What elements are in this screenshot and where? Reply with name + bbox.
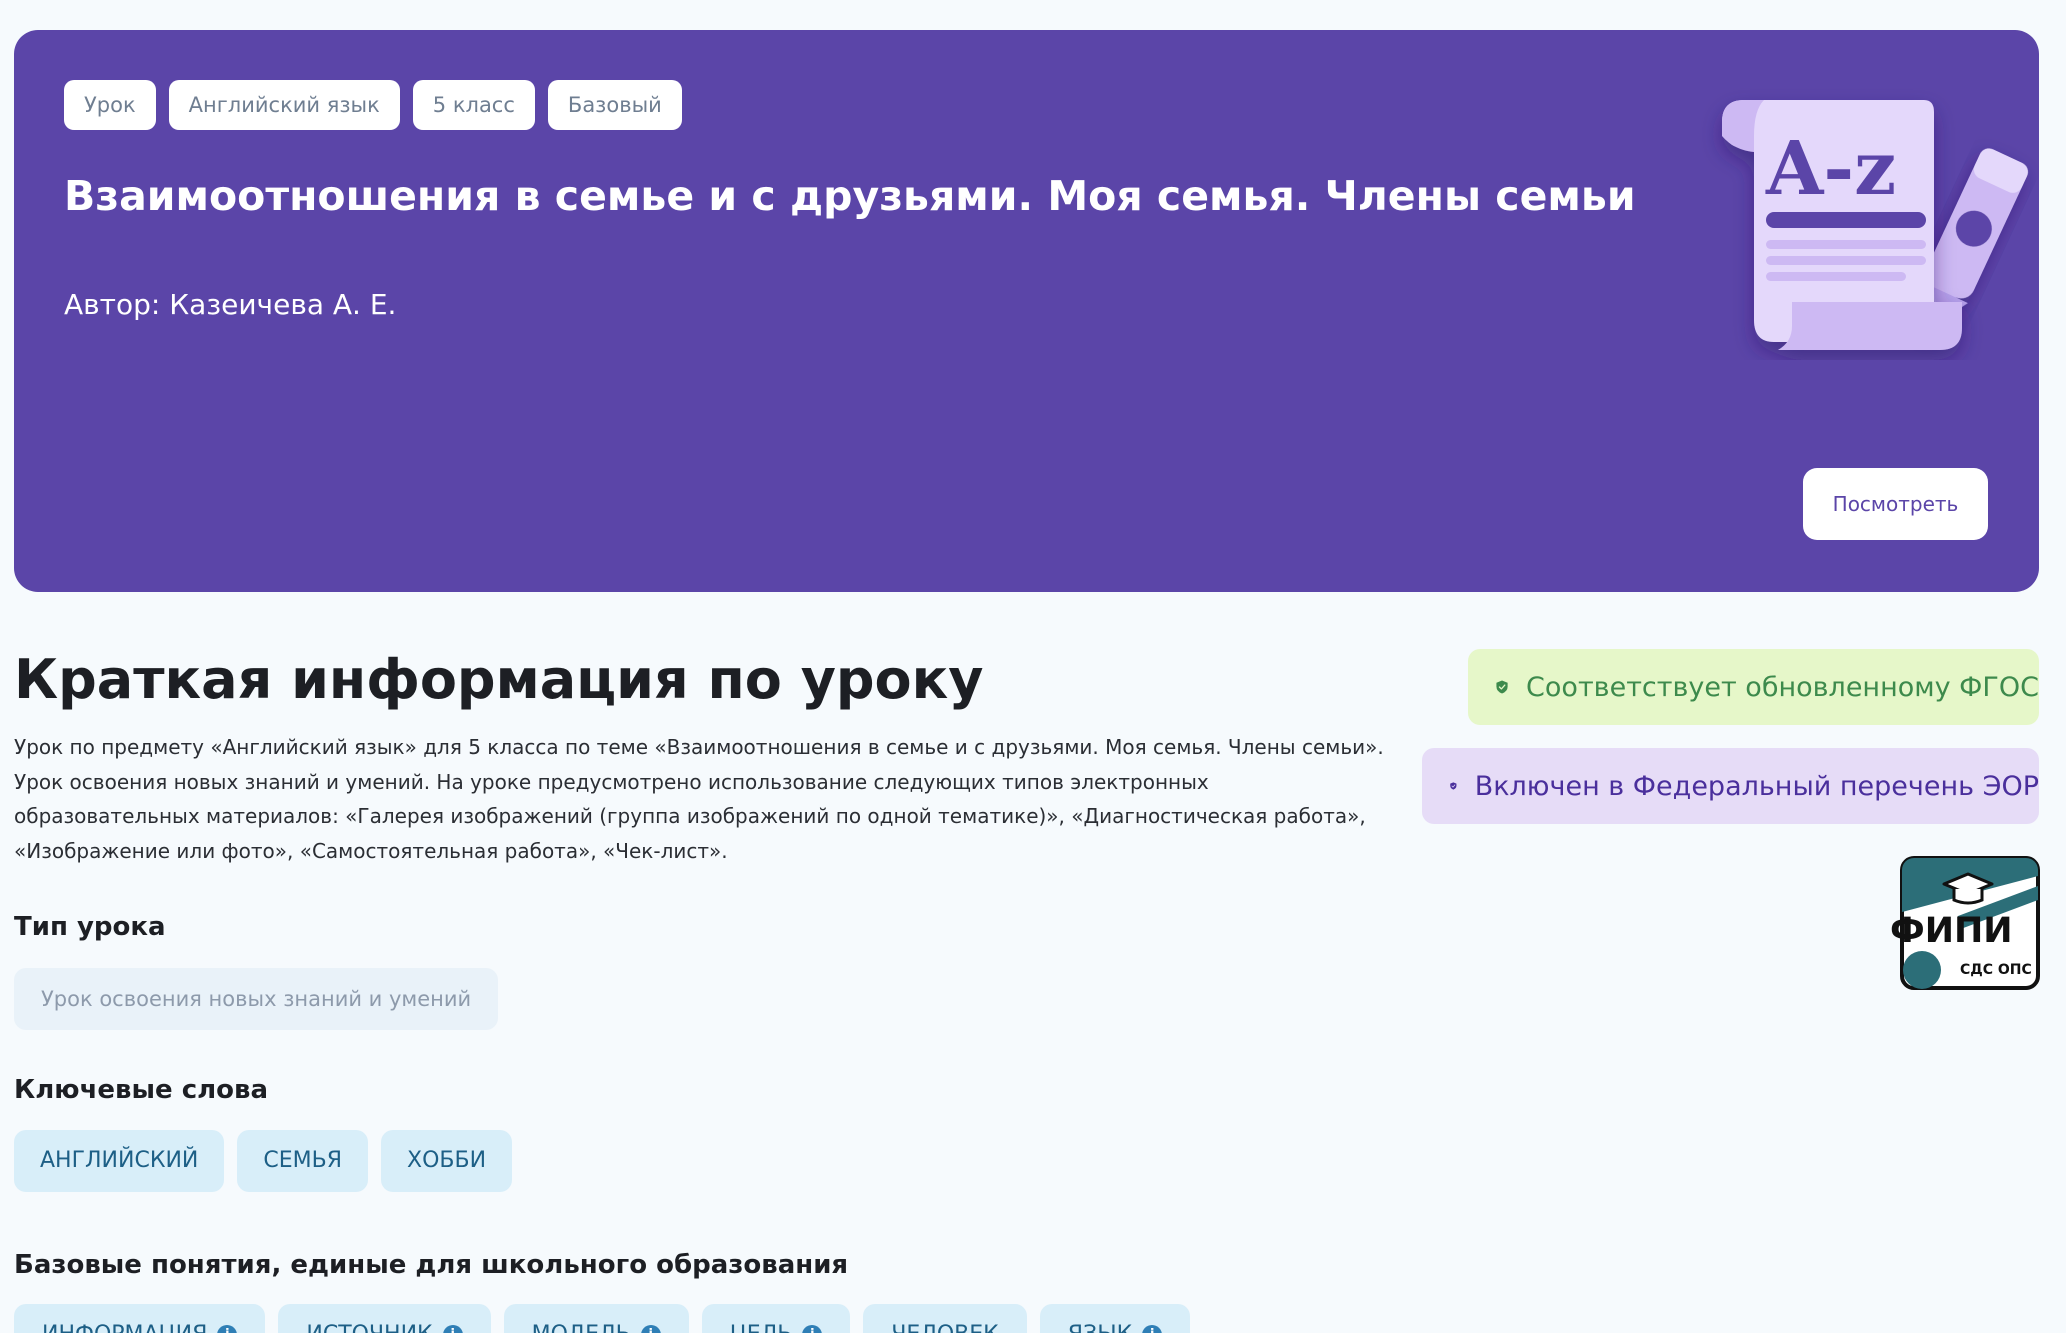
info-icon[interactable]: i: [640, 1325, 661, 1333]
concept-label: ЯЗЫК: [1068, 1304, 1132, 1333]
concept-label: ЧЕЛОВЕК: [891, 1304, 998, 1333]
tag-type[interactable]: Урок: [64, 80, 156, 130]
summary-title: Краткая информация по уроку: [14, 648, 984, 711]
lesson-author: Автор: Казеичева А. Е.: [64, 288, 397, 321]
fipi-logo-title: ФИПИ: [1890, 911, 2013, 951]
summary-description: Урок по предмету «Английский язык» для 5…: [14, 735, 1384, 863]
keywords-heading: Ключевые слова: [14, 1075, 269, 1105]
lesson-type-heading: Тип урока: [14, 912, 166, 942]
fgos-badge: Соответствует обновленному ФГОС: [1468, 649, 2039, 725]
fgos-badge-label: Соответствует обновленному ФГОС: [1526, 671, 2039, 703]
dictionary-scroll-icon: A-z: [1722, 100, 2028, 350]
tag-level[interactable]: Базовый: [547, 80, 682, 130]
info-icon[interactable]: i: [442, 1325, 463, 1333]
concept-label: ЦЕЛЬ: [730, 1304, 793, 1333]
hero-tags: Урок Английский язык 5 класс Базовый: [64, 80, 682, 130]
concept-chip[interactable]: ИСТОЧНИК i: [278, 1304, 491, 1333]
keyword-chip-family[interactable]: СЕМЬЯ: [237, 1130, 368, 1192]
tag-subject[interactable]: Английский язык: [168, 80, 400, 130]
lesson-hero-banner: Урок Английский язык 5 класс Базовый Вза…: [14, 30, 2039, 592]
tag-grade[interactable]: 5 класс: [412, 80, 535, 130]
basic-concepts-list: ИНФОРМАЦИЯ i ИСТОЧНИК i МОДЕЛЬ i ЦЕЛЬ i ЧЕЛО…: [14, 1304, 1191, 1333]
concept-label: МОДЕЛЬ: [532, 1304, 631, 1333]
concept-chip[interactable]: ЧЕЛОВЕК: [863, 1304, 1027, 1333]
basic-concepts-heading: Базовые понятия, единые для школьного об…: [14, 1250, 849, 1280]
concept-chip[interactable]: ЦЕЛЬ i: [701, 1304, 851, 1333]
concept-chip[interactable]: ИНФОРМАЦИЯ i: [14, 1304, 266, 1333]
lesson-title: Взаимоотношения в семье и с друзьями. Мо…: [64, 172, 1636, 220]
keyword-chip-hobby[interactable]: ХОББИ: [381, 1130, 513, 1192]
view-lesson-button[interactable]: Посмотреть: [1803, 468, 1988, 540]
concept-chip[interactable]: МОДЕЛЬ i: [503, 1304, 689, 1333]
concept-chip[interactable]: ЯЗЫК i: [1039, 1304, 1191, 1333]
info-icon[interactable]: i: [802, 1325, 823, 1333]
eor-badge-label: Включен в Федеральный перечень ЭОР: [1474, 770, 2039, 802]
keyword-chip-english[interactable]: АНГЛИЙСКИЙ: [14, 1130, 225, 1192]
info-icon[interactable]: i: [1142, 1325, 1163, 1333]
keywords-list: АНГЛИЙСКИЙ СЕМЬЯ ХОББИ: [14, 1130, 513, 1192]
concept-label: ИНФОРМАЦИЯ: [42, 1304, 207, 1333]
shield-check-icon: [1496, 680, 1508, 694]
info-icon[interactable]: i: [217, 1325, 238, 1333]
fipi-logo-subtitle: СДС ОПС: [1960, 962, 2032, 978]
eor-badge: Включен в Федеральный перечень ЭОР: [1422, 748, 2039, 824]
shield-check-icon: [1450, 782, 1457, 790]
fipi-logo: ФИПИ СДС ОПС: [1890, 856, 2040, 990]
concept-label: ИСТОЧНИК: [306, 1304, 432, 1333]
illustration-text: A-z: [1765, 126, 1896, 212]
lesson-type-chip: Урок освоения новых знаний и умений: [14, 968, 499, 1030]
